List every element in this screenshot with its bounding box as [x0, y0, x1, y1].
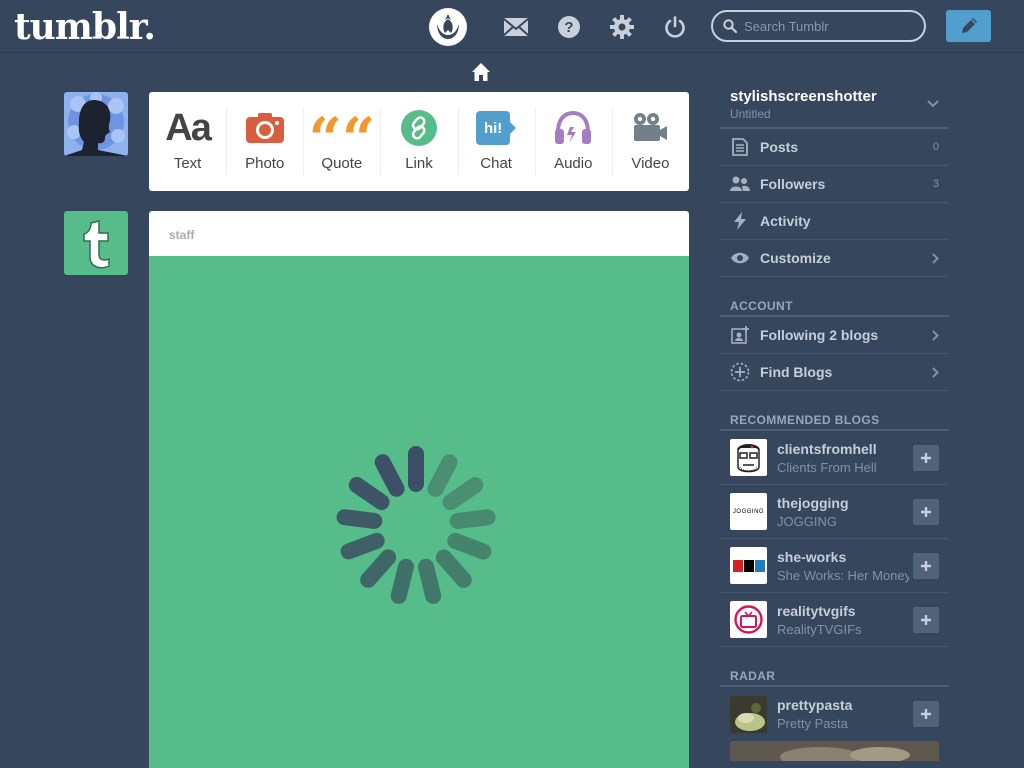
- video-camera-icon: [632, 109, 668, 147]
- camera-icon: [245, 109, 285, 147]
- post-type-quote[interactable]: ““ Quote: [303, 92, 380, 191]
- posts-count: 0: [932, 141, 939, 153]
- tumblr-logo[interactable]: tumblr.: [14, 6, 156, 48]
- follow-button[interactable]: [913, 701, 939, 727]
- plus-icon: [921, 709, 931, 719]
- followers-count: 3: [932, 178, 939, 190]
- chevron-right-icon: [932, 330, 939, 341]
- recommended-blogs-heading: RECOMMENDED BLOGS: [720, 391, 949, 431]
- settings-gear-icon[interactable]: [603, 8, 641, 46]
- right-sidebar: stylishscreenshotter Untitled Posts 0 Fo…: [720, 80, 949, 761]
- follow-button[interactable]: [913, 607, 939, 633]
- chevron-right-icon: [932, 367, 939, 378]
- sidebar-item-following[interactable]: Following 2 blogs: [720, 317, 949, 354]
- post-media[interactable]: [149, 256, 689, 768]
- tv-icon[interactable]: [730, 601, 767, 638]
- account-heading: ACCOUNT: [720, 277, 949, 317]
- post-type-text[interactable]: Aa Text: [149, 92, 226, 191]
- follow-button[interactable]: [913, 445, 939, 471]
- document-icon: [732, 138, 748, 156]
- recommended-blog[interactable]: clientsfromhell Clients From Hell: [720, 431, 949, 485]
- loading-spinner-icon: [336, 446, 496, 604]
- compass-icon: [730, 362, 750, 382]
- recommended-blog[interactable]: realitytvgifs RealityTVGIFs: [720, 593, 949, 647]
- post-type-bar: Aa Text Photo ““ Quote Link hi! Chat Aud…: [149, 92, 689, 191]
- dashboard-post: staff: [149, 211, 689, 768]
- post-type-audio[interactable]: Audio: [534, 92, 612, 191]
- chevron-right-icon: [932, 253, 939, 264]
- top-navigation: tumblr. ?: [0, 0, 1024, 53]
- add-person-icon: [731, 326, 749, 344]
- plus-icon: [921, 615, 931, 625]
- radar-post-image[interactable]: [730, 741, 939, 761]
- plus-icon: [921, 507, 931, 517]
- blog-switcher[interactable]: stylishscreenshotter Untitled: [720, 80, 949, 129]
- headphones-icon: [553, 109, 593, 147]
- dashboard-icon[interactable]: [429, 8, 467, 46]
- blog-avatar[interactable]: JOGGING: [730, 493, 767, 530]
- sidebar-item-followers[interactable]: Followers 3: [720, 166, 949, 203]
- plus-icon: [921, 453, 931, 463]
- post-type-chat[interactable]: hi! Chat: [457, 92, 535, 191]
- recommended-blog[interactable]: she-works She Works: Her Money: [720, 539, 949, 593]
- power-logout-icon[interactable]: [656, 8, 694, 46]
- sidebar-item-find-blogs[interactable]: Find Blogs: [720, 354, 949, 391]
- lightning-icon: [734, 212, 746, 230]
- search-box[interactable]: [711, 10, 926, 42]
- text-post-icon: Aa: [165, 106, 212, 149]
- chevron-down-icon: [927, 100, 939, 108]
- blog-avatar[interactable]: [730, 695, 767, 733]
- plus-icon: [921, 561, 931, 571]
- follow-button[interactable]: [913, 499, 939, 525]
- recommended-blog[interactable]: JOGGING thejogging JOGGING: [720, 485, 949, 539]
- follow-button[interactable]: [913, 553, 939, 579]
- eye-icon: [731, 252, 749, 264]
- inbox-icon[interactable]: [497, 8, 535, 46]
- home-icon[interactable]: [471, 62, 491, 82]
- chat-bubble-icon: hi!: [476, 109, 517, 147]
- svg-text:?: ?: [564, 19, 573, 36]
- radar-blog[interactable]: prettypasta Pretty Pasta: [720, 687, 949, 741]
- post-author[interactable]: staff: [149, 211, 689, 256]
- radar-heading: RADAR: [720, 647, 949, 687]
- sidebar-item-posts[interactable]: Posts 0: [720, 129, 949, 166]
- followers-icon: [730, 176, 750, 191]
- post-type-video[interactable]: Video: [611, 92, 689, 191]
- help-icon[interactable]: ?: [550, 8, 588, 46]
- pencil-icon: [961, 18, 977, 33]
- blog-avatar[interactable]: [730, 439, 767, 476]
- search-icon: [723, 19, 737, 33]
- sidebar-item-customize[interactable]: Customize: [720, 240, 949, 277]
- link-icon: [400, 109, 438, 147]
- search-input[interactable]: [744, 18, 914, 34]
- staff-avatar[interactable]: [64, 211, 128, 275]
- post-type-link[interactable]: Link: [380, 92, 457, 191]
- post-type-photo[interactable]: Photo: [226, 92, 303, 191]
- user-avatar[interactable]: [64, 92, 128, 156]
- quote-icon: ““: [308, 105, 376, 173]
- sidebar-item-activity[interactable]: Activity: [720, 203, 949, 240]
- compose-post-button[interactable]: [946, 10, 991, 42]
- npr-logo[interactable]: [730, 547, 767, 584]
